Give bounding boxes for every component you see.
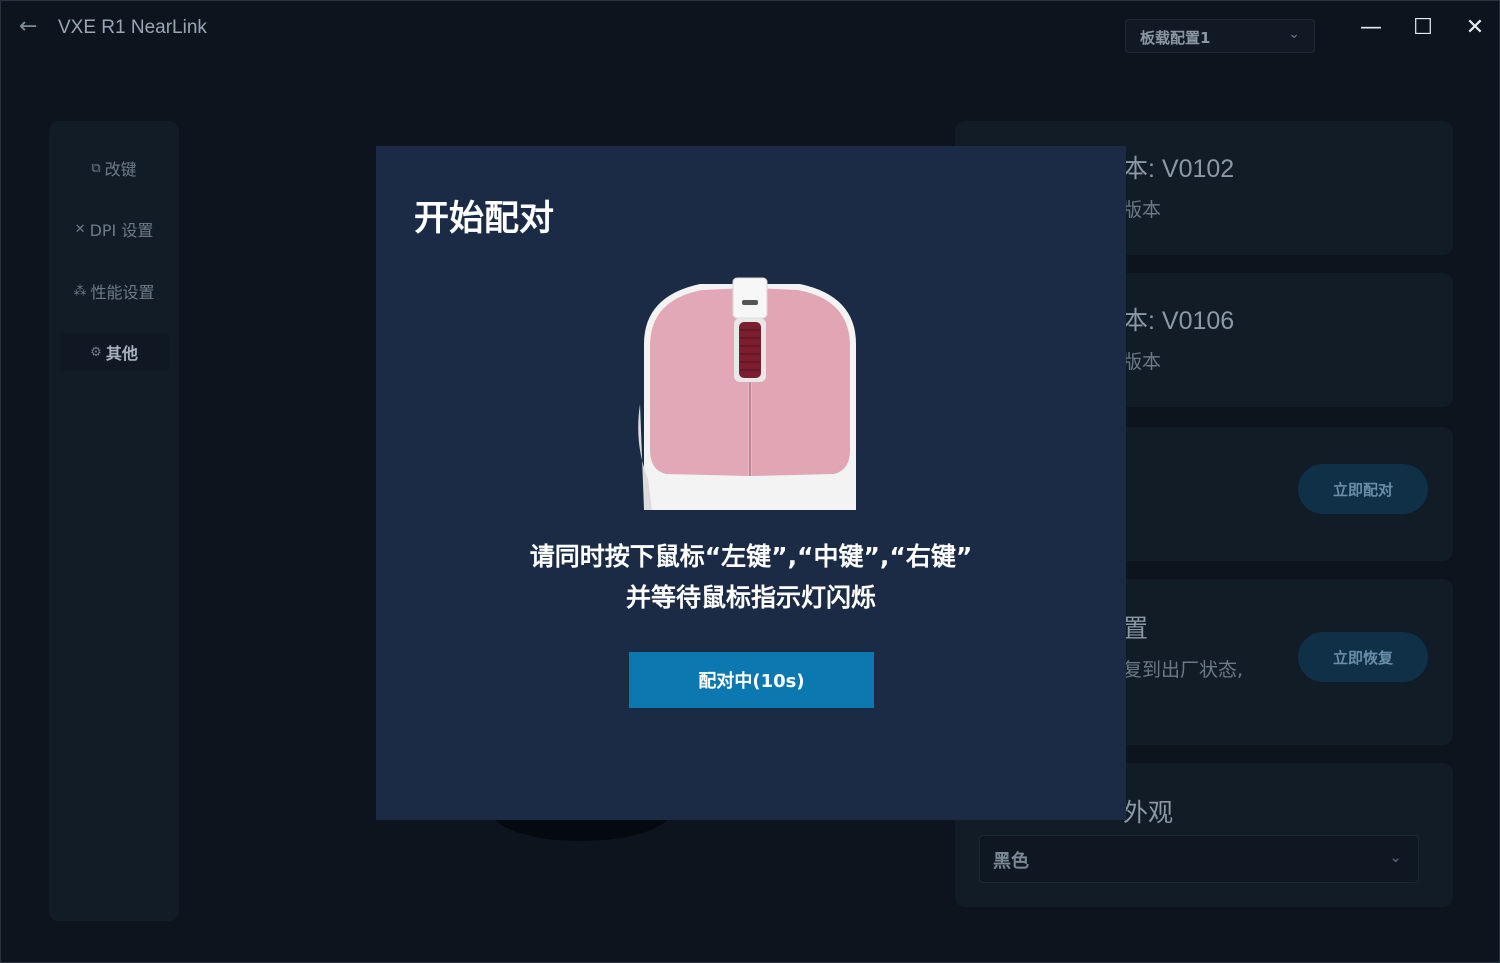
pair-now-button[interactable]: 立即配对 [1298, 464, 1428, 514]
sidebar-item-label: 性能设置 [90, 283, 155, 302]
sidebar-item-label: 改键 [104, 160, 137, 179]
close-button[interactable]: ✕ [1455, 11, 1495, 45]
dialog-title: 开始配对 [414, 199, 555, 239]
back-arrow-icon[interactable]: ← [19, 15, 43, 39]
mouse-illustration [630, 274, 870, 510]
appearance-title: 外观 [1123, 799, 1174, 827]
chevron-down-icon: ⌄ [1389, 848, 1402, 866]
gear-icon: ⚙ [90, 344, 102, 360]
app-window: ← VXE R1 NearLink 板载配置1 ⌄ — ☐ ✕ ⧉ 改键 ✕ D… [0, 0, 1500, 963]
profile-select[interactable]: 板载配置1 ⌄ [1125, 19, 1315, 53]
sidebar-item-remap[interactable]: ⧉ 改键 [59, 149, 169, 187]
pairing-dialog: 开始配对 请同时按下鼠标“左键”,“中键”,“右键” 并等待鼠标指示灯闪烁 配对… [376, 146, 1126, 820]
sidebar-item-other[interactable]: ⚙ 其他 [59, 333, 169, 371]
restore-now-button[interactable]: 立即恢复 [1298, 632, 1428, 682]
performance-icon: ⁂ [73, 283, 87, 299]
instruction-line-1: 请同时按下鼠标“左键”,“中键”,“右键” [529, 542, 973, 571]
reset-description: 复到出厂状态, [1123, 659, 1244, 681]
maximize-button[interactable]: ☐ [1403, 11, 1443, 45]
profile-select-label: 板载配置1 [1140, 29, 1211, 47]
mouse-image [638, 277, 856, 510]
firmware-sub-2: 版本 [1123, 351, 1162, 373]
sidebar: ⧉ 改键 ✕ DPI 设置 ⁂ 性能设置 ⚙ 其他 [49, 121, 179, 921]
firmware-version-2: 本: V0106 [1123, 307, 1235, 335]
appearance-color-select[interactable]: 黑色 ⌄ [979, 835, 1419, 883]
minimize-button[interactable]: — [1351, 11, 1391, 45]
chevron-down-icon: ⌄ [1288, 26, 1300, 42]
sidebar-item-performance[interactable]: ⁂ 性能设置 [59, 272, 169, 310]
pairing-status-button[interactable]: 配对中(10s) [629, 652, 874, 708]
sidebar-item-label: 其他 [105, 344, 138, 363]
sidebar-item-dpi[interactable]: ✕ DPI 设置 [59, 210, 169, 248]
instruction-line-2: 并等待鼠标指示灯闪烁 [625, 583, 876, 612]
app-title: VXE R1 NearLink [58, 17, 207, 38]
appearance-color-value: 黑色 [993, 851, 1029, 872]
remap-icon: ⧉ [91, 160, 101, 176]
firmware-sub-1: 版本 [1123, 199, 1162, 221]
firmware-version-1: 本: V0102 [1123, 155, 1235, 183]
title-bar: ← VXE R1 NearLink 板载配置1 ⌄ — ☐ ✕ [1, 1, 1500, 57]
reset-title: 置 [1123, 615, 1149, 643]
sidebar-item-label: DPI 设置 [89, 221, 154, 240]
dpi-icon: ✕ [74, 221, 86, 237]
